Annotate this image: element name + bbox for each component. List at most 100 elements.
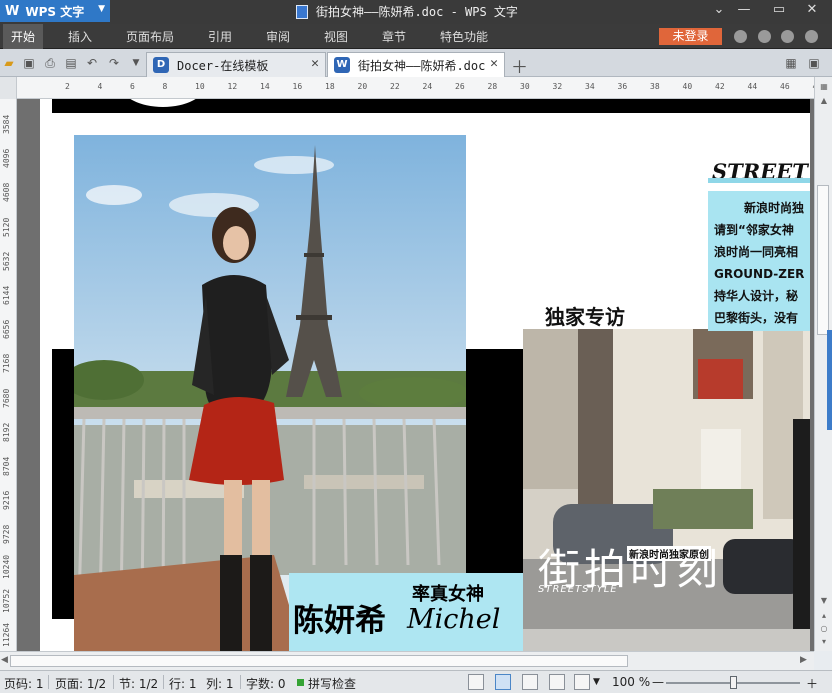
tab-list-icon[interactable]: ▦ [783,55,799,71]
ruler-toggle[interactable] [0,77,17,99]
ruler-tick-label: 9728 [2,525,11,545]
ruler-tick-label: 8 [162,82,168,91]
ruler-tick-label: 40 [682,82,693,91]
status-divider [48,675,49,689]
login-button[interactable]: 未登录 [659,28,722,45]
ruler-tick-label: 10240 [2,554,11,579]
status-spell-check[interactable]: 拼写检查 [308,675,356,692]
menu-page-layout[interactable]: 页面布局 [126,28,174,45]
tab-label: Docer-在线模板 [177,58,269,73]
ruler-tick-label: 7680 [2,388,11,408]
redo-icon[interactable]: ↷ [106,55,122,71]
menu-references[interactable]: 引用 [208,28,232,45]
menu-special-features[interactable]: 特色功能 [440,28,488,45]
scroll-left-icon[interactable]: ◀ [1,655,8,665]
quick-access-dropdown-icon[interactable]: ▼ [128,55,144,71]
save-icon[interactable]: ▣ [21,55,37,71]
fullscreen-view-icon[interactable] [468,674,484,690]
document-tab-strip: ▰ ▣ ⎙ ▤ ↶ ↷ ▼ D Docer-在线模板 ✕ W 街拍女神——陈妍希… [0,49,832,77]
web-view-icon[interactable] [549,674,565,690]
caption-subtitle: 率真女神 [412,584,484,605]
minimize-button[interactable]: — [733,2,755,17]
help-icon[interactable] [805,30,818,43]
document-page[interactable]: 独家专访 STREET S 新浪时尚独 请到“邻家女神 浪时尚一同亮相 GROU… [40,99,810,651]
status-divider [163,675,164,689]
menu-insert[interactable]: 插入 [68,28,92,45]
close-button[interactable]: ✕ [801,2,823,17]
ruler-tick-label: 42 [715,82,725,91]
ruler-tick-label: 36 [617,82,628,91]
caption-script-name: Michel [407,604,501,635]
tab-docer-templates[interactable]: D Docer-在线模板 ✕ [146,52,326,77]
print-preview-icon[interactable]: ▤ [63,55,79,71]
menu-review[interactable]: 审阅 [266,28,290,45]
ruler-tick-label: 11264 [2,622,11,647]
maximize-button[interactable]: ▭ [768,2,790,17]
menu-home[interactable]: 开始 [3,24,44,49]
text-line: GROUND-ZER [714,267,805,281]
photo-paris-street[interactable] [523,329,810,651]
menu-view[interactable]: 视图 [324,28,348,45]
ruler-tick-label: 18 [325,82,335,91]
article-text-box[interactable]: 新浪时尚独 请到“邻家女神 浪时尚一同亮相 GROUND-ZER 持华人设计，秘… [708,191,810,331]
page-view-icon[interactable] [495,674,511,690]
outline-view-icon[interactable] [522,674,538,690]
ruler-tick-label: 10752 [2,588,11,613]
previous-page-icon[interactable]: ▴ [818,610,830,622]
zoom-slider-handle[interactable] [730,676,737,689]
vertical-ruler[interactable]: 3584 4096 4608 5120 5632 6144 6656 7168 7680 8192… [0,99,17,651]
app-name: WPS 文字 [25,4,85,19]
status-divider [113,675,114,689]
new-tab-button[interactable]: ＋ [511,53,528,78]
title-underline [708,178,810,183]
tab-menu-icon[interactable]: ▣ [806,55,822,71]
sync-icon[interactable] [758,30,771,43]
scroll-right-icon[interactable]: ▶ [800,655,807,665]
horizontal-ruler[interactable]: 2 4 6 8 10 12 14 16 18 20 22 24 26 28 30 32 34 36 38 40 42 44… [17,77,814,99]
wps-menu-button[interactable]: W WPS 文字 ▼ [0,0,110,22]
status-page[interactable]: 页面: 1/2 [55,675,106,692]
zoom-out-icon[interactable]: — [652,675,664,689]
open-folder-icon[interactable]: ▰ [1,55,17,71]
window-title: 街拍女神——陈妍希.doc - WPS 文字 [296,3,518,20]
vertical-scroll-thumb[interactable] [817,185,829,335]
scroll-up-icon[interactable]: ▲ [818,95,830,107]
status-page-code[interactable]: 页码: 1 [4,675,44,692]
shirt-icon[interactable] [781,30,794,43]
ruler-tick-label: 5632 [2,251,11,271]
side-panel-toggle[interactable] [827,330,832,430]
ruler-view-icon[interactable]: ▦ [818,81,830,93]
zoom-in-icon[interactable]: ＋ [806,675,818,692]
window-title-text: 街拍女神——陈妍希.doc - WPS 文字 [316,5,518,19]
ruler-tick-label: 4 [97,82,103,91]
ribbon-collapse-icon[interactable]: ⌄ [708,2,730,17]
ruler-tick-label: 2 [65,82,70,91]
text-line: 持华人设计，秘 [714,289,799,303]
horizontal-scrollbar[interactable]: ◀ ▶ [0,651,814,670]
status-word-count[interactable]: 字数: 0 [246,675,286,692]
undo-icon[interactable]: ↶ [84,55,100,71]
next-page-icon[interactable]: ▾ [818,636,830,648]
browse-object-icon[interactable]: ○ [818,623,830,635]
menu-chapter[interactable]: 章节 [382,28,406,45]
ruler-tick-label: 26 [455,82,465,91]
print-icon[interactable]: ⎙ [42,55,58,71]
close-tab-icon[interactable]: ✕ [311,56,319,71]
ruler-tick-label: 9216 [2,490,11,511]
document-canvas[interactable]: 独家专访 STREET S 新浪时尚独 请到“邻家女神 浪时尚一同亮相 GROU… [17,99,814,651]
view-dropdown-icon[interactable]: ▼ [593,677,600,687]
menu-bar: 开始 插入 页面布局 引用 审阅 视图 章节 特色功能 未登录 [0,24,832,49]
reading-view-icon[interactable] [574,674,590,690]
zoom-level[interactable]: 100 % [612,675,650,689]
scroll-down-icon[interactable]: ▼ [818,595,830,607]
ruler-tick-label: 28 [487,82,498,91]
close-tab-icon[interactable]: ✕ [490,56,498,71]
ruler-tick-label: 6 [130,82,135,91]
ruler-tick-label: 46 [780,82,790,91]
horizontal-scroll-thumb[interactable] [10,655,628,667]
status-section[interactable]: 节: 1/2 [119,675,158,692]
status-row: 行: 1 [169,677,197,691]
ruler-tick-label: 12 [227,82,238,91]
skin-icon[interactable] [734,30,747,43]
tab-current-document[interactable]: W 街拍女神——陈妍希.doc ✕ [327,52,505,77]
